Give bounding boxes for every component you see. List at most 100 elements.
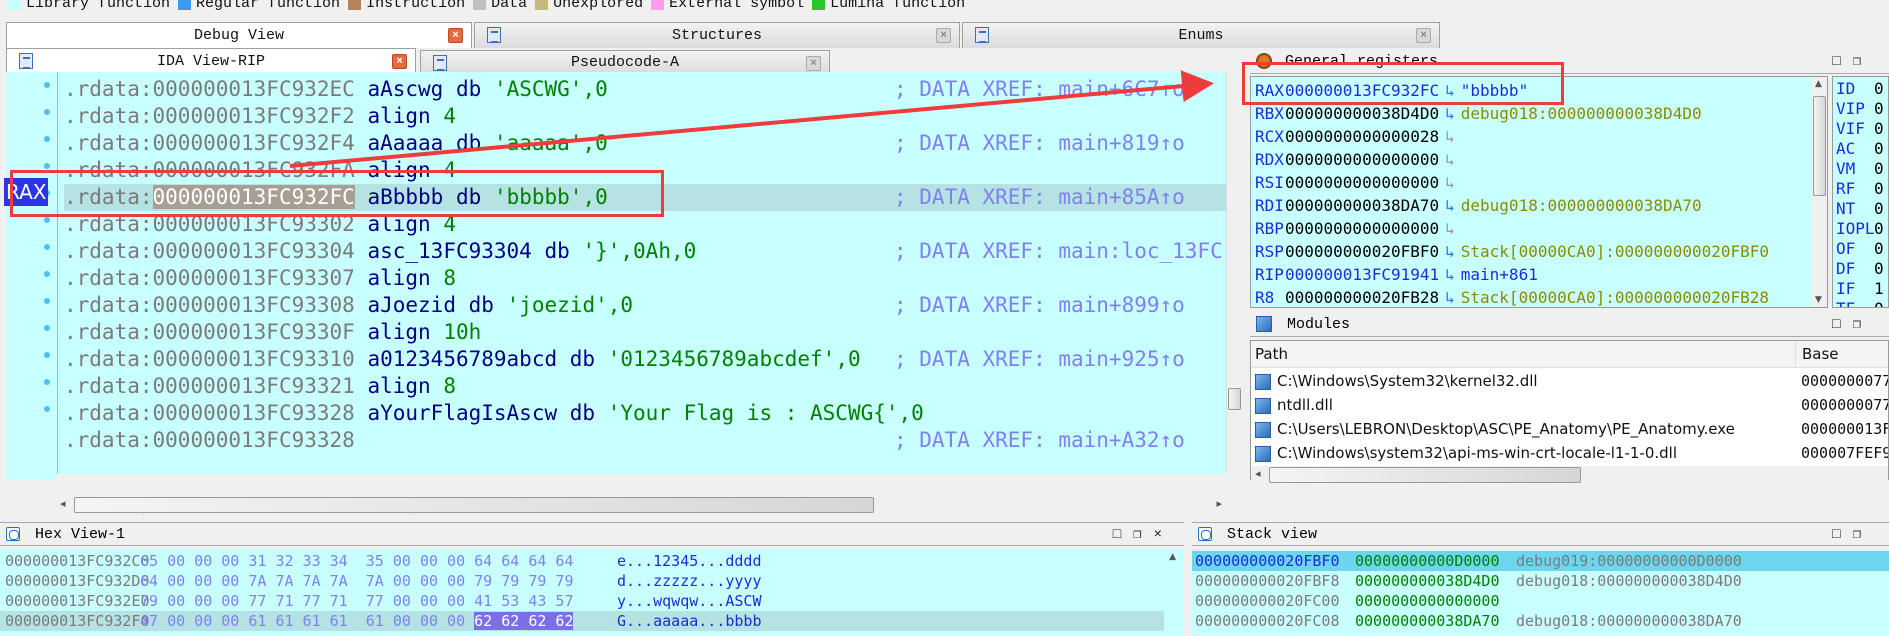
address[interactable]: 000000013FC93310 [153,347,355,371]
stack-value[interactable]: 0000000000000000 [1355,591,1500,611]
float-icon[interactable]: ❐ [1853,54,1873,70]
flag-value[interactable]: 0 [1874,159,1884,179]
flag-value[interactable]: 0 [1874,179,1884,199]
jump-arrow-icon[interactable]: ↳ [1445,196,1455,215]
disassembly-view[interactable]: .rdata:000000013FC932EC aAscwg db 'ASCWG… [6,72,1238,480]
panel-buttons[interactable]: □❐ [1832,313,1873,337]
jump-arrow-icon[interactable]: ↳ [1445,150,1455,169]
scroll-up-icon[interactable]: ▲ [1815,79,1822,89]
disasm-line[interactable]: .rdata:000000013FC932F4 aAaaaa db 'aaaaa… [64,130,1234,157]
tab-pseudocode-a[interactable]: Pseudocode-A × [420,50,830,73]
flag-value[interactable]: 0 [1874,219,1884,239]
stack-reference[interactable]: debug018:000000000038DA70 [1516,611,1742,631]
breakpoint-dot[interactable] [44,136,50,142]
stack-reference[interactable]: debug019:00000000000D0000 [1516,551,1742,571]
disasm-line[interactable]: .rdata:000000013FC9330F align 10h [64,319,1234,346]
register-value[interactable]: 0000000000000000 [1285,173,1439,192]
disasm-line[interactable]: .rdata:000000013FC93328 aYourFlagIsAscw … [64,400,1234,427]
register-value[interactable]: 0000000000000028 [1285,127,1439,146]
register-reference[interactable]: main+861 [1461,265,1538,284]
disasm-line[interactable]: .rdata:000000013FC932F2 align 4 [64,103,1234,130]
breakpoint-dot[interactable] [44,298,50,304]
stack-value[interactable]: 00000000000D0000 [1355,551,1500,571]
breakpoint-dot[interactable] [44,163,50,169]
stack-view[interactable]: 000000000020FBF0 00000000000D0000 debug019… [1192,549,1889,636]
address[interactable]: 000000013FC93304 [153,239,355,263]
hex-ascii[interactable]: d...zzzzz...yyyy [617,571,762,591]
register-row[interactable]: RSP000000000020FBF0 ↳ Stack[00000CA0]:0000… [1255,240,1769,263]
address[interactable]: 000000013FC9330F [153,320,355,344]
flag-row[interactable]: VM 0 [1836,159,1884,179]
symbol-name[interactable]: align [367,374,430,398]
symbol-name[interactable]: aAscwg [367,77,443,101]
xref-comment[interactable]: ; DATA XREF: main+819↑o [894,130,1185,157]
tab-debug-view[interactable]: Debug View × [6,22,472,48]
stack-value[interactable]: 000000000038DA70 [1355,611,1500,631]
close-icon[interactable]: × [806,56,821,71]
symbol-name[interactable]: align [367,320,430,344]
hex-view[interactable]: 000000013FC932C0 65 00 00 00 31 32 33 34 … [0,549,1184,636]
register-row[interactable]: RSI0000000000000000 ↳ [1255,171,1461,194]
flag-row[interactable]: NT 0 [1836,199,1884,219]
address[interactable]: 000000013FC93328 [153,428,355,452]
close-icon[interactable]: × [936,28,951,43]
float-icon[interactable]: ❐ [1853,317,1873,333]
xref-comment[interactable]: ; DATA XREF: main:loc_13FC [894,238,1223,265]
tab-enums[interactable]: Enums × [962,22,1440,48]
register-reference[interactable]: debug018:000000000038DA70 [1461,196,1702,215]
address[interactable]: 000000013FC93308 [153,293,355,317]
symbol-name[interactable]: aAaaaa [367,131,443,155]
scroll-left-icon[interactable]: ◂ [1255,467,1261,480]
scroll-right-icon[interactable]: ▸ [1216,497,1222,510]
xref-comment[interactable]: ; DATA XREF: main+6C7↑o [894,76,1185,103]
symbol-name[interactable]: align [367,104,430,128]
scroll-left-icon[interactable]: ◂ [60,497,66,510]
disasm-line[interactable]: .rdata:000000013FC93310 a0123456789abcd … [64,346,1234,373]
address[interactable]: 000000013FC932F2 [153,104,355,128]
breakpoint-dot[interactable] [44,82,50,88]
disasm-line[interactable]: .rdata:000000013FC93307 align 8 [64,265,1234,292]
close-icon[interactable]: × [1416,28,1431,43]
stack-row[interactable]: 000000000020FC00 0000000000000000 [1192,591,1889,611]
flag-value[interactable]: 0 [1874,79,1884,99]
breakpoint-dot[interactable] [44,271,50,277]
module-row[interactable]: ntdll.dll 0000000077 [1251,393,1888,417]
jump-arrow-icon[interactable]: ↳ [1445,242,1455,261]
hex-bytes[interactable]: 47 00 00 00 61 61 61 61 61 00 00 00 62 6… [140,611,574,631]
flag-value[interactable]: 0 [1874,259,1884,279]
hex-row[interactable]: 000000013FC932E0 79 00 00 00 77 71 77 71 … [0,591,1164,611]
address[interactable]: 000000013FC932F4 [153,131,355,155]
register-row[interactable]: RBP0000000000000000 ↳ [1255,217,1461,240]
jump-arrow-icon[interactable]: ↳ [1445,288,1455,307]
hex-bytes[interactable]: 79 00 00 00 77 71 77 71 77 00 00 00 41 5… [140,591,573,611]
symbol-name[interactable]: aJoezid [367,293,456,317]
hex-ascii[interactable]: G...aaaaa...bbbb [617,611,762,631]
hex-row[interactable]: 000000013FC932D0 64 00 00 00 7A 7A 7A 7A … [0,571,1164,591]
flag-value[interactable]: 1 [1874,279,1884,299]
flag-row[interactable]: OF 0 [1836,239,1884,259]
panel-buttons[interactable]: □❐× [1113,523,1174,547]
register-row[interactable]: RBX000000000038D4D0 ↳ debug018:00000000003… [1255,102,1702,125]
maximize-icon[interactable]: □ [1832,317,1852,333]
hex-row[interactable]: 000000013FC932C0 65 00 00 00 31 32 33 34 … [0,551,1164,571]
register-row[interactable]: R8 000000000020FB28 ↳ Stack[00000CA0]:00000… [1255,286,1769,307]
flag-row[interactable]: VIF 0 [1836,119,1884,139]
flags-list[interactable]: ID0VIP0VIF0AC0VM0RF0NT0IOPL0OF0DF0IF1TF0 [1832,76,1889,308]
disasm-vertical-scrollbar[interactable] [1226,72,1242,492]
flag-value[interactable]: 0 [1874,239,1884,259]
disasm-line[interactable]: .rdata:000000013FC93328 ; DATA XREF: main… [64,427,1234,454]
maximize-icon[interactable]: □ [1113,527,1133,543]
flag-row[interactable]: VIP 0 [1836,99,1884,119]
disasm-line[interactable]: .rdata:000000013FC93304 asc_13FC93304 db… [64,238,1234,265]
register-value[interactable]: 0000000000000000 [1285,150,1439,169]
symbol-name[interactable]: asc_13FC93304 [367,239,531,263]
scrollbar-thumb[interactable] [1269,467,1581,483]
flag-value[interactable]: 0 [1874,119,1884,139]
symbol-name[interactable]: align [367,266,430,290]
column-path[interactable]: Path [1255,341,1288,368]
close-icon[interactable]: × [392,54,407,69]
stack-row[interactable]: 000000000020FBF8 000000000038D4D0 debug018… [1192,571,1889,591]
address[interactable]: 000000013FC93307 [153,266,355,290]
float-icon[interactable]: ❐ [1133,527,1153,543]
symbol-name[interactable]: aYourFlagIsAscw [367,401,557,425]
